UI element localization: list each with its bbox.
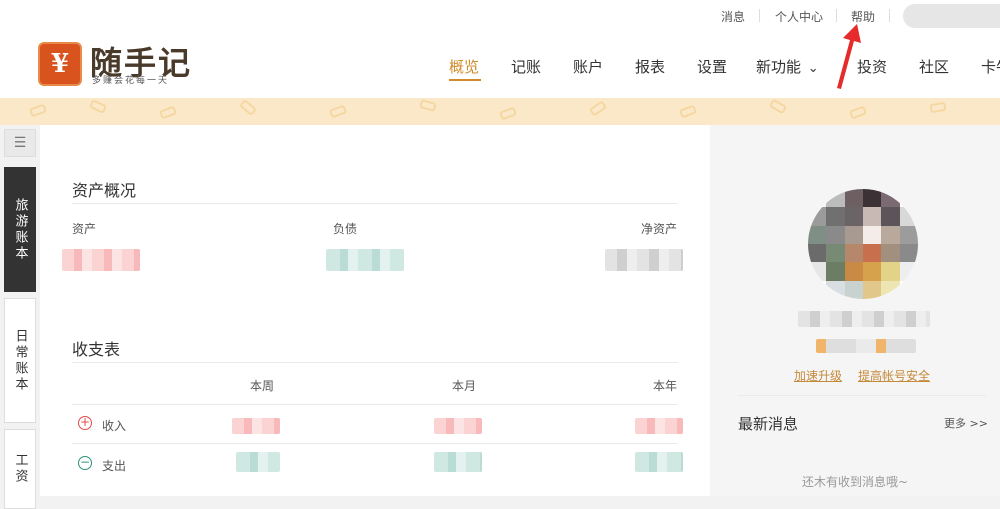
level-badge-hidden bbox=[816, 339, 916, 353]
profile-panel: 加速升级 提高帐号安全 最新消息 更多 >> 还木有收到消息哦~ bbox=[710, 125, 1000, 496]
messages-title: 最新消息 bbox=[738, 415, 799, 433]
income-plus-icon: + bbox=[78, 415, 92, 430]
column-year: 本年 bbox=[653, 379, 678, 393]
expense-week-hidden bbox=[236, 452, 280, 472]
ledger-tab-daily[interactable]: 日常账本 bbox=[4, 298, 36, 423]
nav-reports[interactable]: 报表 bbox=[635, 56, 665, 77]
divider bbox=[72, 404, 678, 405]
nav-settings[interactable]: 设置 bbox=[697, 56, 727, 77]
ledger-tab-travel[interactable]: 旅游账本 bbox=[4, 167, 36, 292]
nav-overview[interactable]: 概览 bbox=[449, 56, 479, 77]
expense-label: 支出 bbox=[102, 459, 127, 473]
empty-messages-text: 还木有收到消息哦~ bbox=[802, 475, 909, 489]
divider bbox=[72, 362, 678, 363]
user-menu[interactable] bbox=[903, 4, 1000, 28]
active-tab-indicator bbox=[449, 79, 481, 81]
column-week: 本周 bbox=[250, 379, 275, 393]
divider bbox=[72, 203, 678, 204]
nav-bookkeeping[interactable]: 记账 bbox=[511, 56, 541, 77]
ledger-tab-salary[interactable]: 工资 bbox=[4, 429, 36, 509]
decorative-banner bbox=[0, 98, 1000, 125]
expense-minus-icon: − bbox=[78, 455, 92, 470]
logo-symbol: ¥ bbox=[50, 49, 70, 79]
income-month-hidden bbox=[434, 418, 482, 434]
divider bbox=[738, 395, 986, 396]
nav-new-features-label: 新功能 bbox=[756, 58, 802, 76]
profile-center-link[interactable]: 个人中心 bbox=[775, 8, 823, 25]
nav-card[interactable]: 卡牛 bbox=[981, 56, 1000, 77]
liabilities-label: 负债 bbox=[333, 222, 358, 236]
ledger-sidebar: ☰ 旅游账本 日常账本 工资 bbox=[0, 125, 40, 509]
logo-icon[interactable]: ¥ bbox=[38, 42, 82, 86]
menu-icon[interactable]: ☰ bbox=[4, 129, 36, 157]
nav-accounts[interactable]: 账户 bbox=[573, 56, 603, 77]
divider bbox=[889, 9, 890, 22]
assets-value-hidden bbox=[62, 249, 140, 271]
income-year-hidden bbox=[635, 418, 683, 434]
assets-label: 资产 bbox=[72, 222, 97, 236]
income-week-hidden bbox=[232, 418, 280, 434]
nav-invest[interactable]: 投资 bbox=[857, 56, 887, 77]
column-month: 本月 bbox=[452, 379, 477, 393]
nav-new-features[interactable]: 新功能 ⌄ bbox=[756, 56, 819, 77]
assets-title: 资产概况 bbox=[72, 181, 137, 200]
expense-year-hidden bbox=[635, 452, 683, 472]
net-assets-label: 净资产 bbox=[641, 222, 678, 236]
main-panel: 资产概况 资产 负债 净资产 收支表 本周 本月 本年 + 收入 − 支出 bbox=[40, 125, 710, 496]
messages-link[interactable]: 消息 bbox=[721, 8, 745, 25]
expense-month-hidden bbox=[434, 452, 482, 472]
more-messages-link[interactable]: 更多 >> bbox=[944, 415, 988, 431]
nav-community[interactable]: 社区 bbox=[919, 56, 949, 77]
annotation-arrow-icon bbox=[837, 24, 861, 89]
divider bbox=[836, 9, 837, 22]
income-label: 收入 bbox=[102, 419, 127, 433]
speed-upgrade-link[interactable]: 加速升级 bbox=[794, 367, 842, 384]
liabilities-value-hidden bbox=[326, 249, 404, 271]
net-assets-value-hidden bbox=[605, 249, 683, 271]
help-link[interactable]: 帮助 bbox=[851, 8, 875, 25]
chevron-down-icon: ⌄ bbox=[807, 61, 819, 76]
logo-slogan: 多赚会花每一天 bbox=[92, 76, 170, 86]
divider bbox=[72, 443, 678, 444]
avatar[interactable] bbox=[808, 189, 918, 299]
username-hidden bbox=[798, 311, 930, 327]
account-security-link[interactable]: 提高帐号安全 bbox=[858, 367, 930, 384]
divider bbox=[759, 9, 760, 22]
income-expense-title: 收支表 bbox=[72, 340, 121, 359]
